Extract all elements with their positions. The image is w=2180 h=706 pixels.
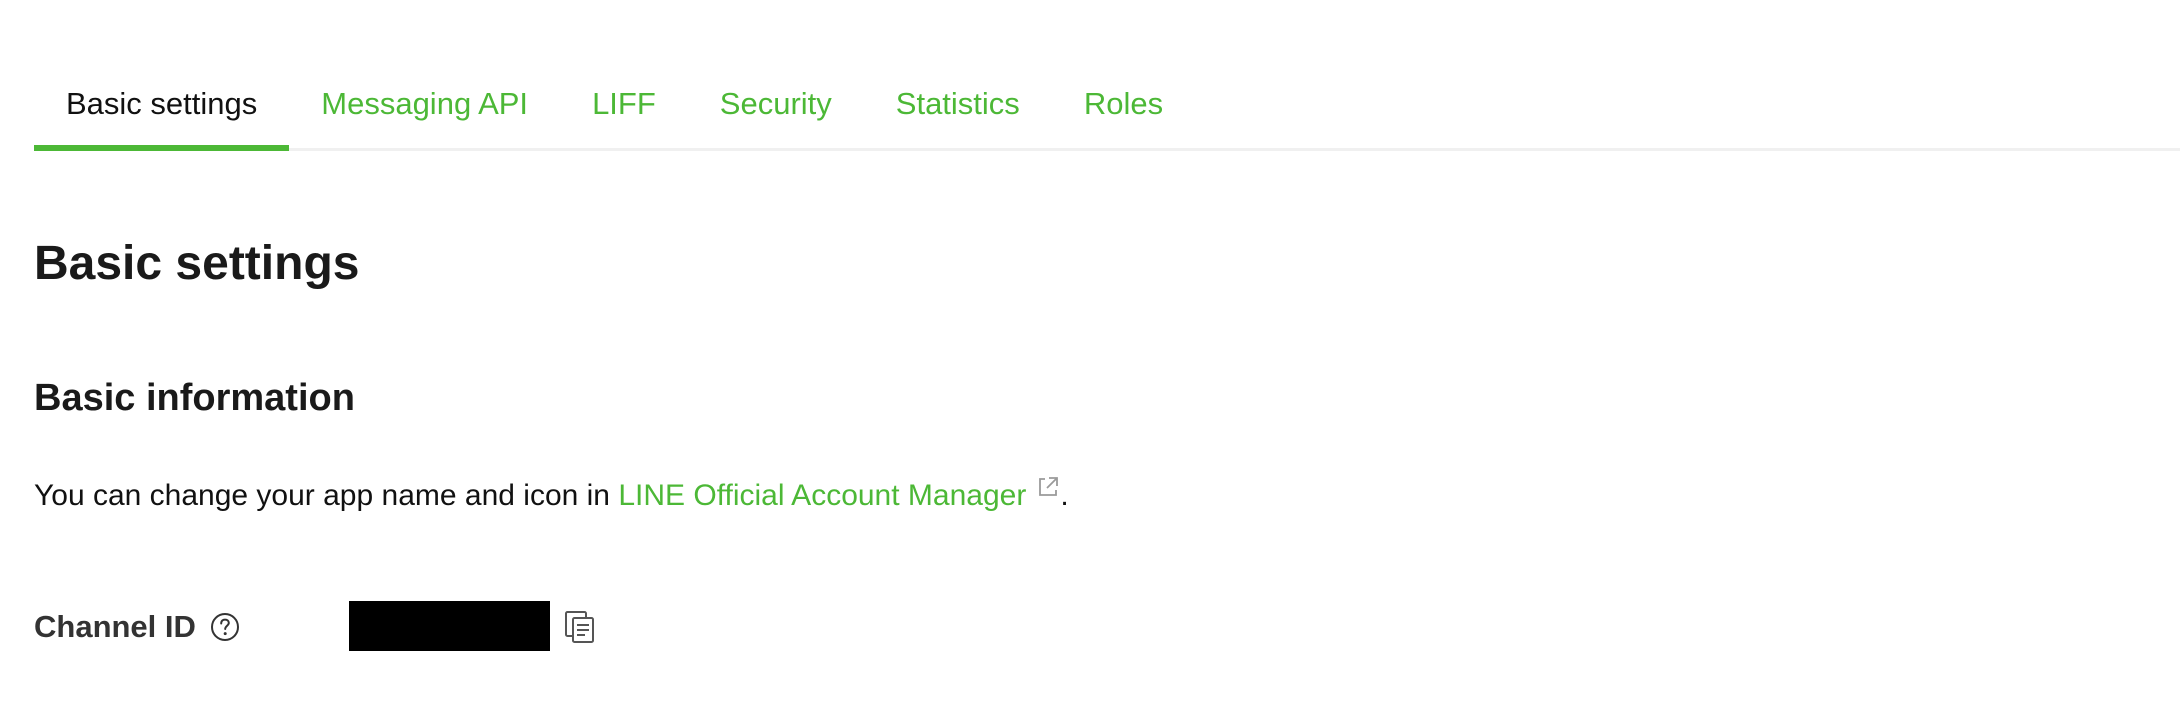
line-official-account-manager-link[interactable]: LINE Official Account Manager [618,477,1060,512]
channel-id-value-redacted [349,601,550,651]
section-title-basic-information: Basic information [34,377,355,419]
tab-basic-settings[interactable]: Basic settings [34,60,290,151]
tab-roles[interactable]: Roles [1052,60,1195,148]
link-label[interactable]: LINE Official Account Manager [618,479,1026,512]
tab-messaging-api[interactable]: Messaging API [289,60,560,148]
page-title: Basic settings [34,237,360,290]
tab-liff[interactable]: LIFF [560,60,688,148]
tab-security[interactable]: Security [688,60,864,148]
tab-bar: Basic settings Messaging API LIFF Securi… [34,60,2180,151]
question-circle-icon[interactable] [210,612,240,642]
info-text-suffix: . [1060,479,1069,512]
info-text-prefix: You can change your app name and icon in [34,479,619,512]
channel-id-label: Channel ID [34,609,196,644]
channel-id-row: Channel ID [34,600,594,654]
tab-statistics[interactable]: Statistics [864,60,1052,148]
copy-icon[interactable] [564,610,596,644]
info-text: You can change your app name and icon in… [34,474,1069,518]
page: Basic settings Messaging API LIFF Securi… [0,0,2180,706]
external-link-icon[interactable] [1036,475,1060,499]
